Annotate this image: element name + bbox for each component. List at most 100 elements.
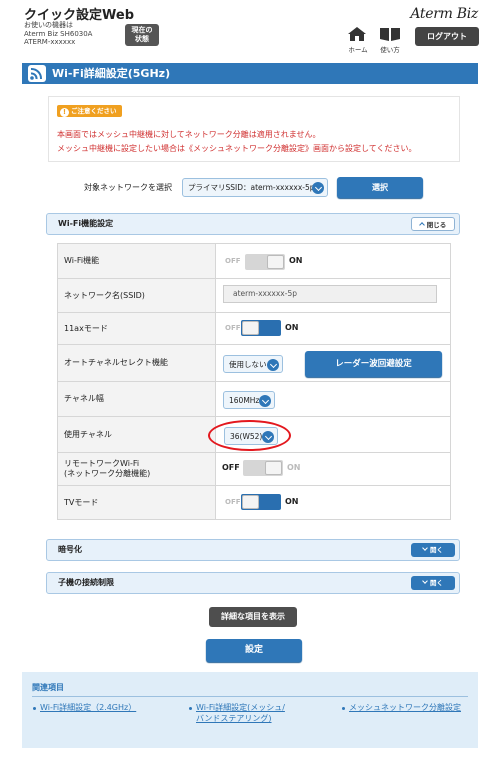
off-label: OFF bbox=[222, 463, 240, 472]
bullet-icon bbox=[189, 707, 192, 710]
book-icon[interactable] bbox=[379, 26, 401, 42]
off-label: OFF bbox=[225, 257, 241, 265]
row-tv-mode: TVモード OFF ON bbox=[57, 486, 451, 520]
chevron-down-icon bbox=[267, 359, 279, 371]
remote-work-label-1: リモートワークWi-Fi bbox=[64, 459, 140, 468]
notice-line-2: メッシュ中継機に設定したい場合は《メッシュネットワーク分離設定》画面から設定して… bbox=[57, 144, 417, 153]
toggle-knob bbox=[242, 495, 259, 509]
collapse-button[interactable]: 閉じる bbox=[411, 217, 455, 231]
related-items-panel: 関連項目 Wi-Fi詳細設定（2.4GHz） Wi-Fi詳細設定(メッシュ/ バ… bbox=[22, 672, 478, 748]
bandwidth-select[interactable]: 160MHz bbox=[223, 391, 275, 409]
auto-channel-select-value: 使用しない bbox=[229, 360, 267, 369]
network-select[interactable]: プライマリSSID：aterm-xxxxxx-5p bbox=[182, 178, 328, 197]
chevron-down-icon bbox=[422, 578, 428, 584]
home-label[interactable]: ホーム bbox=[344, 44, 372, 54]
chevron-down-icon bbox=[259, 395, 271, 407]
row-auto-channel: オートチャネルセレクト機能 使用しない レーダー波回避設定 bbox=[57, 345, 451, 382]
wifi-settings-title: Wi-Fi機能設定 bbox=[58, 219, 114, 228]
set-button[interactable]: 設定 bbox=[206, 639, 302, 662]
row-11ax-mode: 11axモード OFF ON bbox=[57, 313, 451, 345]
divider bbox=[32, 696, 468, 697]
bullet-icon bbox=[33, 707, 36, 710]
on-label: ON bbox=[285, 497, 299, 506]
brand-logo: Aterm Biz bbox=[410, 6, 478, 22]
chevron-down-icon bbox=[312, 182, 324, 194]
related-link-mesh-isolation[interactable]: メッシュネットワーク分離設定 bbox=[349, 702, 461, 713]
page-title: Wi-Fi詳細設定(5GHz) bbox=[52, 67, 171, 80]
expand-button[interactable]: 開く bbox=[411, 543, 455, 557]
related-link-wifi-mesh[interactable]: Wi-Fi詳細設定(メッシュ/ バンドステアリング) bbox=[196, 702, 285, 724]
expand-label: 開く bbox=[430, 579, 443, 587]
radar-avoid-button[interactable]: レーダー波回避設定 bbox=[305, 351, 442, 377]
toggle-knob bbox=[267, 255, 284, 269]
select-network-button[interactable]: 選択 bbox=[337, 177, 423, 198]
row-bandwidth: チャネル幅 160MHz bbox=[57, 382, 451, 417]
11ax-mode-toggle[interactable] bbox=[241, 320, 281, 336]
highlight-circle bbox=[208, 420, 291, 451]
collapse-label: 閉じる bbox=[426, 221, 447, 229]
bullet-icon bbox=[342, 707, 345, 710]
wifi-icon bbox=[28, 65, 46, 82]
notice-badge: ! ご注意ください bbox=[57, 105, 122, 117]
encryption-section-header[interactable]: 暗号化 開く bbox=[46, 539, 460, 561]
device-caption: お使いの機器は bbox=[24, 21, 73, 29]
home-icon[interactable] bbox=[347, 26, 367, 42]
row-ssid: ネットワーク名(SSID) aterm-xxxxxx-5p bbox=[57, 279, 451, 313]
ssid-field[interactable]: aterm-xxxxxx-5p bbox=[223, 285, 437, 303]
logout-button[interactable]: ログアウト bbox=[415, 27, 479, 46]
tv-mode-value: OFF ON bbox=[216, 486, 450, 519]
expand-label: 開く bbox=[430, 546, 443, 554]
11ax-mode-value: OFF ON bbox=[216, 313, 450, 344]
auto-channel-value: 使用しない レーダー波回避設定 bbox=[216, 345, 450, 381]
wifi-function-label: Wi-Fi機能 bbox=[58, 244, 216, 278]
wifi-settings-section-header: Wi-Fi機能設定 閉じる bbox=[46, 213, 460, 235]
channel-label: 使用チャネル bbox=[58, 417, 216, 452]
toggle-knob bbox=[242, 321, 259, 335]
related-title: 関連項目 bbox=[32, 683, 64, 692]
bandwidth-label: チャネル幅 bbox=[58, 382, 216, 416]
off-label: OFF bbox=[225, 324, 241, 332]
exclamation-icon: ! bbox=[60, 108, 69, 117]
bandwidth-select-value: 160MHz bbox=[229, 396, 260, 405]
remote-work-label-2: (ネットワーク分離機能) bbox=[64, 469, 151, 478]
chevron-down-icon bbox=[422, 545, 428, 551]
device-info: お使いの機器は Aterm Biz SH6030A ATERM-xxxxxx bbox=[24, 21, 92, 47]
remote-work-label: リモートワークWi-Fi (ネットワーク分離機能) bbox=[58, 453, 216, 485]
row-wifi-function: Wi-Fi機能 OFF ON bbox=[57, 243, 451, 279]
network-select-value: プライマリSSID：aterm-xxxxxx-5p bbox=[188, 183, 315, 192]
notice-badge-label: ご注意ください bbox=[71, 107, 117, 115]
on-label: ON bbox=[285, 323, 299, 332]
related-link-wifi-mesh-1: Wi-Fi詳細設定(メッシュ/ bbox=[196, 703, 285, 712]
notice-box: ! ご注意ください 本画面ではメッシュ中継機に対してネットワーク分離は適用されませ… bbox=[48, 96, 460, 162]
client-limit-title: 子機の接続制限 bbox=[58, 578, 114, 587]
11ax-mode-label: 11axモード bbox=[58, 313, 216, 344]
off-label: OFF bbox=[225, 498, 241, 506]
device-id: ATERM-xxxxxx bbox=[24, 38, 76, 46]
header: クイック設定Web お使いの機器は Aterm Biz SH6030A ATER… bbox=[0, 0, 500, 56]
auto-channel-label: オートチャネルセレクト機能 bbox=[58, 345, 216, 381]
current-status-label-1: 現在の bbox=[131, 26, 153, 34]
on-label: ON bbox=[287, 463, 301, 472]
notice-line-1: 本画面ではメッシュ中継機に対してネットワーク分離は適用されません。 bbox=[57, 130, 321, 139]
page-title-bar: Wi-Fi詳細設定(5GHz) bbox=[22, 63, 478, 84]
tv-mode-label: TVモード bbox=[58, 486, 216, 519]
remote-work-toggle[interactable] bbox=[243, 460, 283, 476]
related-link-wifi-24ghz[interactable]: Wi-Fi詳細設定（2.4GHz） bbox=[40, 702, 136, 713]
related-link-wifi-mesh-2: バンドステアリング) bbox=[196, 714, 272, 723]
auto-channel-select[interactable]: 使用しない bbox=[223, 355, 283, 373]
expand-button[interactable]: 開く bbox=[411, 576, 455, 590]
client-limit-section-header[interactable]: 子機の接続制限 開く bbox=[46, 572, 460, 594]
show-details-button[interactable]: 詳細な項目を表示 bbox=[209, 607, 297, 627]
wifi-function-value: OFF ON bbox=[216, 244, 450, 278]
remote-work-value: OFF ON bbox=[216, 453, 450, 485]
current-status-button[interactable]: 現在の 状態 bbox=[125, 24, 159, 46]
manual-label[interactable]: 使い方 bbox=[376, 44, 404, 54]
chevron-up-icon bbox=[418, 222, 425, 228]
wifi-function-toggle[interactable] bbox=[245, 254, 285, 270]
row-remote-work: リモートワークWi-Fi (ネットワーク分離機能) OFF ON bbox=[57, 453, 451, 486]
tv-mode-toggle[interactable] bbox=[241, 494, 281, 510]
toggle-knob bbox=[265, 461, 282, 475]
network-select-label: 対象ネットワークを選択 bbox=[84, 183, 172, 192]
ssid-value: aterm-xxxxxx-5p bbox=[216, 279, 450, 312]
ssid-label: ネットワーク名(SSID) bbox=[58, 279, 216, 312]
